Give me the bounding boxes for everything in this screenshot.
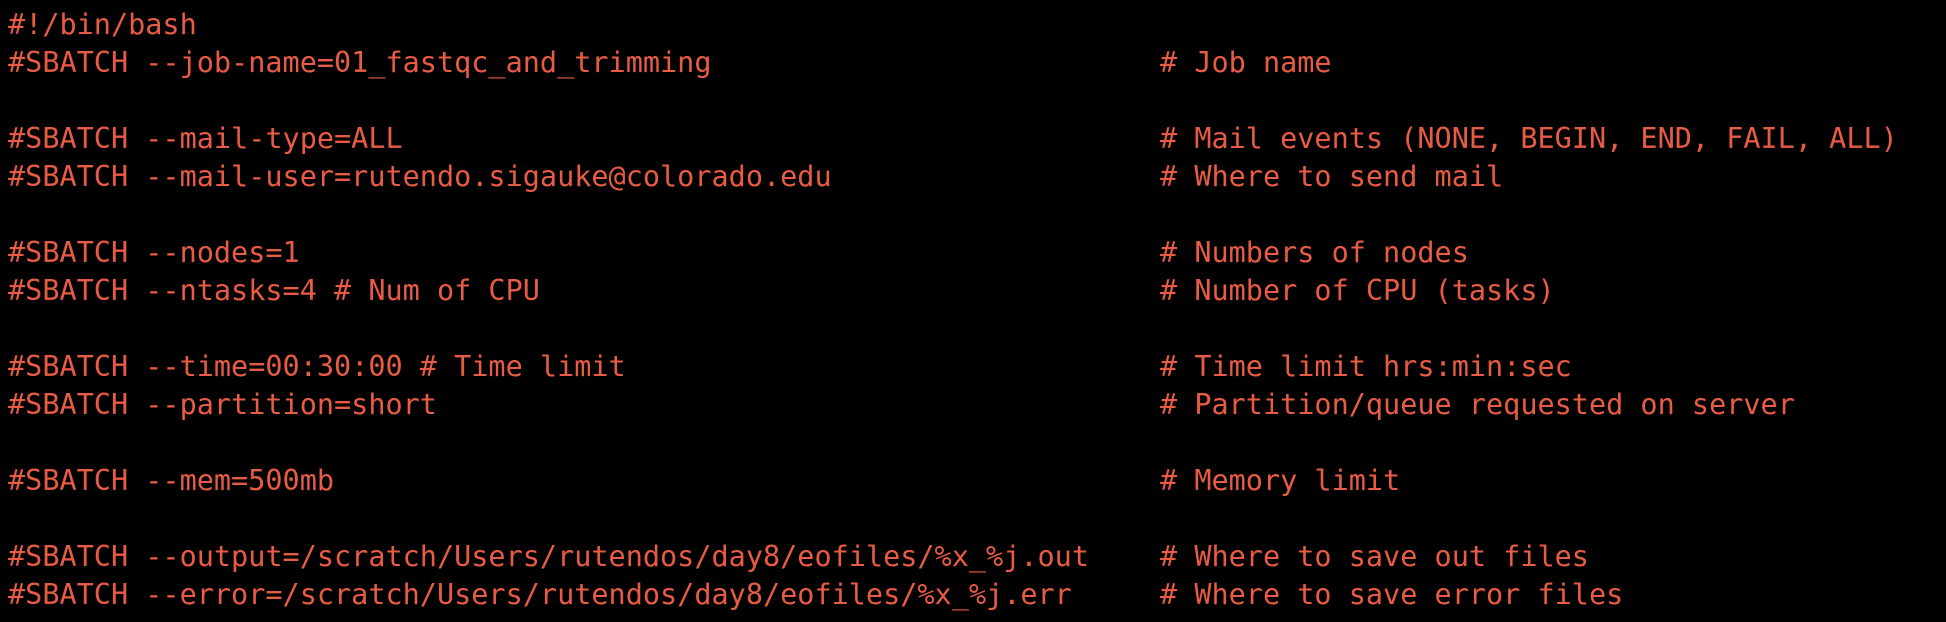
blank-line — [8, 310, 1946, 348]
blank-line — [8, 500, 1946, 538]
comment-text: # Memory limit — [1160, 464, 1401, 497]
code-text: #SBATCH --partition=short — [8, 388, 437, 421]
script-line-mem: #SBATCH --mem=500mb # Memory limit — [8, 462, 1946, 500]
script-line-partition: #SBATCH --partition=short # Partition/qu… — [8, 386, 1946, 424]
comment-text: # Job name — [1160, 46, 1332, 79]
code-text: #SBATCH --mail-type=ALL — [8, 122, 403, 155]
terminal-window[interactable]: #!/bin/bash #SBATCH --job-name=01_fastqc… — [0, 0, 1946, 622]
blank-line — [8, 424, 1946, 462]
script-line-time: #SBATCH --time=00:30:00 # Time limit # T… — [8, 348, 1946, 386]
script-line-mail-user: #SBATCH --mail-user=rutendo.sigauke@colo… — [8, 158, 1946, 196]
code-text: #SBATCH --time=00:30:00 # Time limit — [8, 350, 626, 383]
comment-text: # Partition/queue requested on server — [1160, 388, 1795, 421]
script-line-shebang: #!/bin/bash — [8, 6, 1946, 44]
script-line-ntasks: #SBATCH --ntasks=4 # Num of CPU # Number… — [8, 272, 1946, 310]
script-line-output: #SBATCH --output=/scratch/Users/rutendos… — [8, 538, 1946, 576]
code-text: #SBATCH --mail-user=rutendo.sigauke@colo… — [8, 160, 832, 193]
comment-text: # Numbers of nodes — [1160, 236, 1469, 269]
code-text: #SBATCH --nodes=1 — [8, 236, 300, 269]
script-line-error: #SBATCH --error=/scratch/Users/rutendos/… — [8, 576, 1946, 614]
code-text: #SBATCH --ntasks=4 # Num of CPU — [8, 274, 540, 307]
code-text: #!/bin/bash — [8, 8, 197, 41]
script-line-job-name: #SBATCH --job-name=01_fastqc_and_trimmin… — [8, 44, 1946, 82]
comment-text: # Where to save error files — [1160, 578, 1624, 611]
script-line-mail-type: #SBATCH --mail-type=ALL # Mail events (N… — [8, 120, 1946, 158]
code-text: #SBATCH --error=/scratch/Users/rutendos/… — [8, 578, 1072, 611]
comment-text: # Number of CPU (tasks) — [1160, 274, 1555, 307]
comment-text: # Mail events (NONE, BEGIN, END, FAIL, A… — [1160, 122, 1898, 155]
comment-text: # Time limit hrs:min:sec — [1160, 350, 1572, 383]
script-line-nodes: #SBATCH --nodes=1 # Numbers of nodes — [8, 234, 1946, 272]
code-text: #SBATCH --output=/scratch/Users/rutendos… — [8, 540, 1089, 573]
comment-text: # Where to save out files — [1160, 540, 1589, 573]
comment-text: # Where to send mail — [1160, 160, 1504, 193]
code-text: #SBATCH --mem=500mb — [8, 464, 335, 497]
code-text: #SBATCH --job-name=01_fastqc_and_trimmin… — [8, 46, 712, 79]
blank-line — [8, 82, 1946, 120]
blank-line — [8, 196, 1946, 234]
